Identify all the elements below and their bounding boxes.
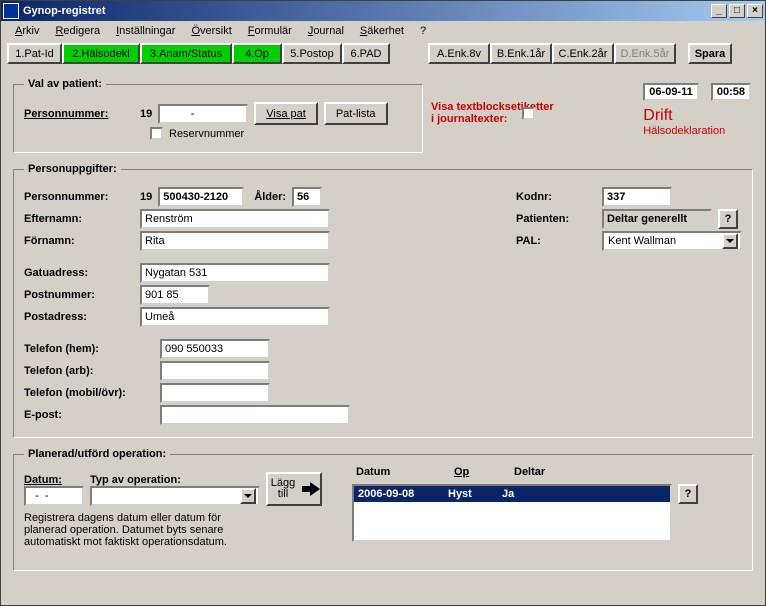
menu-redigera[interactable]: Redigera [49,23,106,39]
status-time: 00:58 [711,83,751,101]
reservnummer-label: Reservnummer [169,128,244,140]
row-deltar: Ja [502,488,514,500]
close-button[interactable]: × [747,4,763,18]
menu-oversikt[interactable]: Översikt [185,23,237,39]
op-help-text: Registrera dagens datum eller datum för … [24,512,254,548]
gatuadress-label: Gatuadress: [24,267,134,279]
tab-enk1ar[interactable]: B.Enk.1år [490,43,552,64]
alder-value [292,187,322,207]
tel-hem-label: Telefon (hem): [24,343,154,355]
op-datum-input[interactable] [24,486,84,506]
minimize-button[interactable]: _ [711,4,727,18]
kodnr-value [602,187,672,207]
app-window: Gynop-registret _ □ × Arkiv Redigera Ins… [0,0,766,606]
table-row[interactable]: 2006-09-08 Hyst Ja [354,486,670,502]
tab-enk8v[interactable]: A.Enk.8v [428,43,490,64]
efternamn-input[interactable] [140,209,330,229]
postadress-label: Postadress: [24,311,134,323]
operation-group: Planerad/utförd operation: Datum: Typ av… [13,448,753,571]
reservnummer-checkbox[interactable] [150,127,163,140]
val-legend: Val av patient: [24,78,106,90]
menu-installningar[interactable]: Inställningar [110,23,181,39]
status-sub: Hälsodeklaration [643,125,751,137]
tab-enk5ar: D.Enk.5år [614,43,676,64]
row-datum: 2006-09-08 [358,488,434,500]
pal-select[interactable]: Kent Wallman [602,231,742,251]
maximize-button[interactable]: □ [729,4,745,18]
visa-pat-button[interactable]: Visa pat [254,102,318,125]
tel-arb-input[interactable] [160,361,270,381]
typ-label: Typ av operation: [90,474,260,486]
tab-anam[interactable]: 3.Anam/Status [140,43,232,64]
postadress-input[interactable] [140,307,330,327]
pnr-prefix: 19 [140,108,152,120]
tel-arb-label: Telefon (arb): [24,365,154,377]
menu-formular[interactable]: Formulär [242,23,298,39]
patienten-help-button[interactable]: ? [718,209,738,229]
tab-patid[interactable]: 1.Pat-Id [7,43,62,64]
person-legend: Personuppgifter: [24,163,121,175]
tab-postop[interactable]: 5.Postop [282,43,342,64]
app-icon [3,3,19,19]
tab-halsodekl[interactable]: 2.Hälsodekl [62,43,140,64]
epost-label: E-post: [24,409,154,421]
tel-hem-input[interactable] [160,339,270,359]
epost-input[interactable] [160,405,350,425]
tel-mob-label: Telefon (mobil/övr): [24,387,154,399]
chevron-down-icon [722,233,738,249]
add-op-button[interactable]: Lägg till [266,472,322,506]
window-title: Gynop-registret [23,5,106,17]
tab-pad[interactable]: 6.PAD [342,43,390,64]
op-table[interactable]: 2006-09-08 Hyst Ja [352,484,672,542]
tabbar: 1.Pat-Id 2.Hälsodekl 3.Anam/Status 4.Op … [1,41,765,66]
menu-arkiv[interactable]: Arkiv [9,23,45,39]
alder-label: Ålder: [254,191,286,203]
status-cluster: 06-09-11 00:58 Drift Hälsodeklaration [643,83,751,137]
chevron-down-icon [240,488,256,504]
row-op: Hyst [448,488,488,500]
efternamn-label: Efternamn: [24,213,134,225]
tab-enk2ar[interactable]: C.Enk.2år [552,43,614,64]
titlebar: Gynop-registret _ □ × [1,1,765,21]
th-deltar: Deltar [514,466,545,478]
pnr-label: Personnummer: [24,191,134,203]
pat-lista-button[interactable]: Pat-lista [324,102,388,125]
status-mode: Drift [643,107,751,125]
postnummer-input[interactable] [140,285,210,305]
menubar: Arkiv Redigera Inställningar Översikt Fo… [1,21,765,41]
postnummer-label: Postnummer: [24,289,134,301]
datum-label: Datum: [24,474,62,486]
pnr-value [158,187,244,207]
op-legend: Planerad/utförd operation: [24,448,170,460]
save-button[interactable]: Spara [688,43,732,64]
th-datum: Datum [356,466,434,478]
pnr-prefix2: 19 [140,191,152,203]
val-av-patient-group: Val av patient: Personnummer: 19 Visa pa… [13,78,423,153]
op-help-button[interactable]: ? [678,484,698,504]
pal-label: PAL: [516,235,596,247]
op-typ-select[interactable] [90,486,260,506]
journal-label-block: Visa textblocksetiketter i journaltexter… [431,101,611,126]
fornamn-label: Förnamn: [24,235,134,247]
patienten-label: Patienten: [516,213,596,225]
pal-value: Kent Wallman [608,235,676,247]
fornamn-input[interactable] [140,231,330,251]
menu-journal[interactable]: Journal [302,23,350,39]
gatuadress-input[interactable] [140,263,330,283]
personuppgifter-group: Personuppgifter: Personnummer: 19 Ålder:… [13,163,753,438]
menu-sakerhet[interactable]: Säkerhet [354,23,410,39]
menu-help[interactable]: ? [414,23,432,39]
tab-op[interactable]: 4.Op [232,43,282,64]
th-op: Op [454,466,494,478]
patienten-value [602,209,712,229]
status-date: 06-09-11 [643,83,698,101]
tel-mob-input[interactable] [160,383,270,403]
journal-labels-checkbox[interactable] [522,107,535,120]
op-table-header: Datum Op Deltar [356,466,545,478]
kodnr-label: Kodnr: [516,191,596,203]
personnummer-label: Personnummer: [24,108,134,120]
personnummer-input[interactable] [158,104,248,124]
